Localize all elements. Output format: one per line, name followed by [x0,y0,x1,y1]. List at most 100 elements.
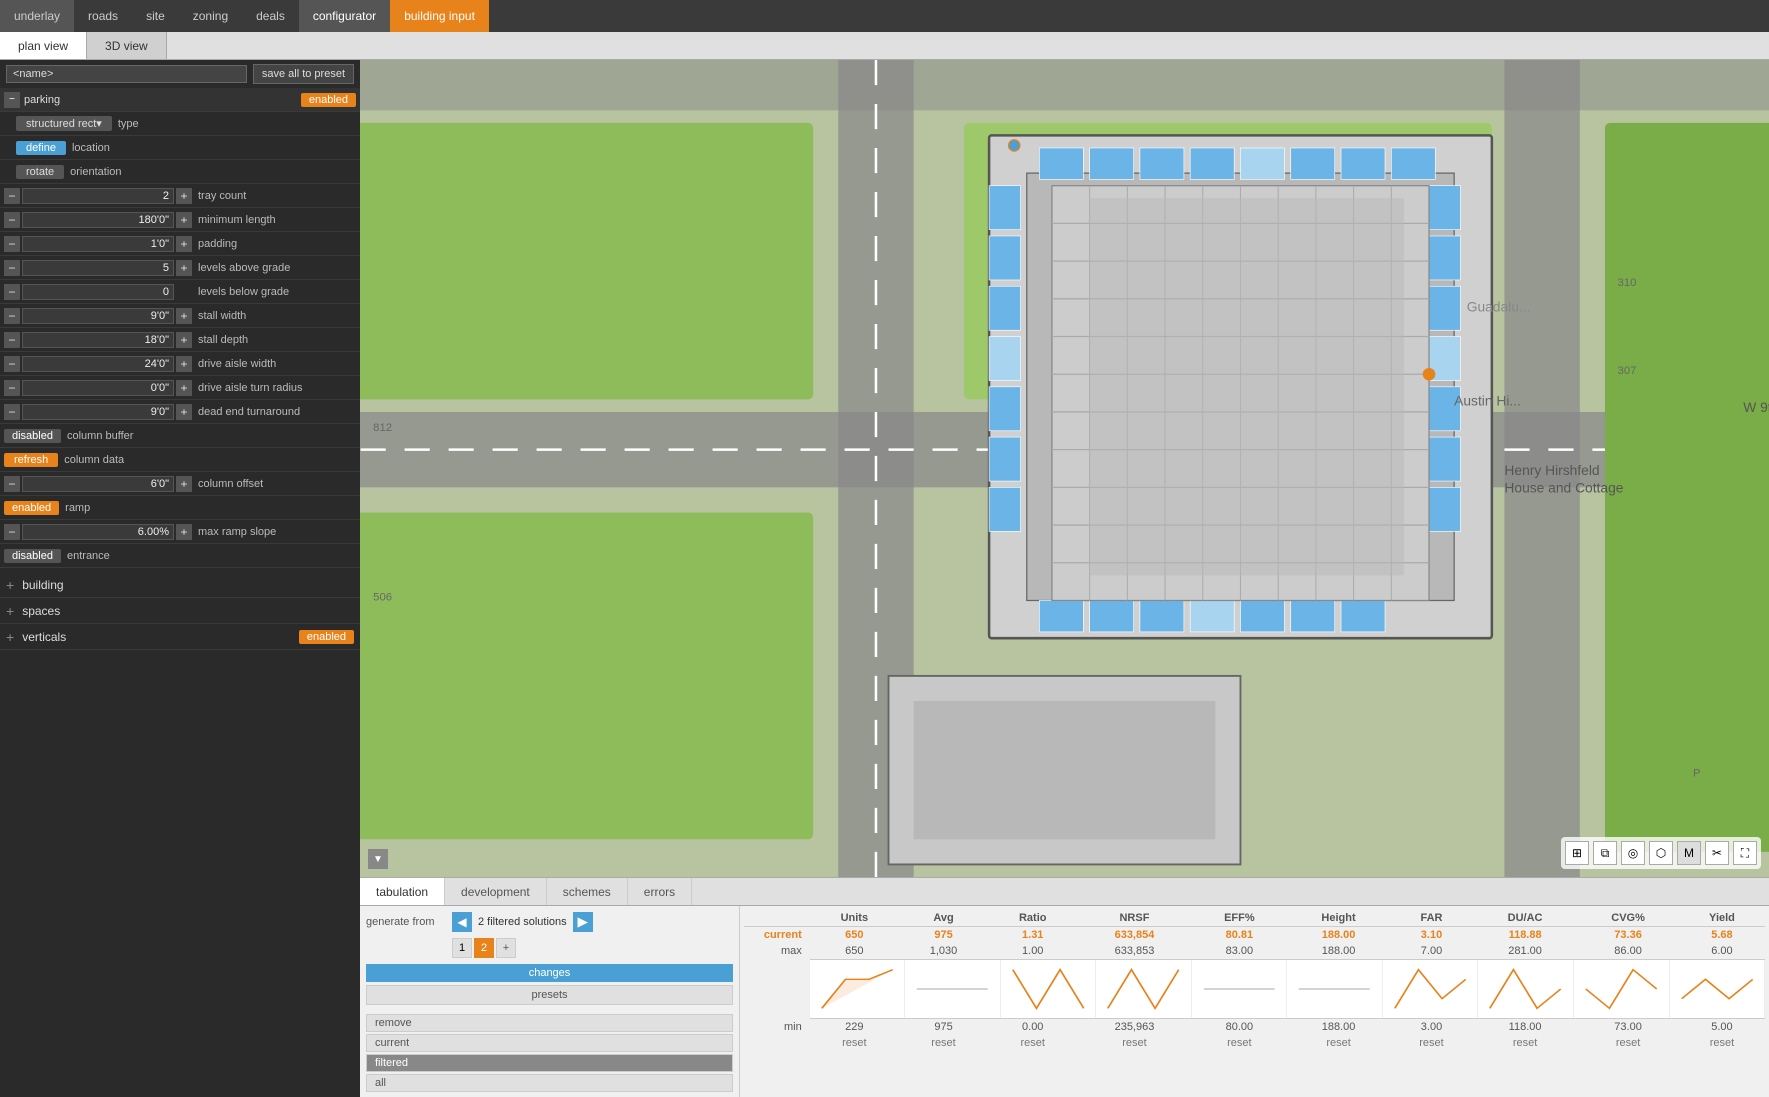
col-buffer-badge[interactable]: disabled [4,429,61,443]
stall-depth-minus[interactable]: − [4,332,20,348]
tray-count-minus[interactable]: − [4,188,20,204]
min-length-plus[interactable]: + [176,212,192,228]
tray-count-plus[interactable]: + [176,188,192,204]
col-offset-minus[interactable]: − [4,476,20,492]
svg-text:Henry Hirshfeld: Henry Hirshfeld [1504,462,1599,478]
reset-height[interactable]: reset [1287,1035,1390,1051]
parking-enabled-badge[interactable]: enabled [301,93,356,107]
reset-duac[interactable]: reset [1473,1035,1577,1051]
ramp-row: enabled ramp [0,496,360,520]
reset-avg[interactable]: reset [899,1035,988,1051]
tab-tabulation[interactable]: tabulation [360,878,445,905]
padding-plus[interactable]: + [176,236,192,252]
dead-end-minus[interactable]: − [4,404,20,420]
solution-pill-1[interactable]: 1 [452,938,472,958]
levels-below-value[interactable] [22,284,174,300]
solution-pill-add[interactable]: + [496,938,516,958]
col-offset-plus[interactable]: + [176,476,192,492]
min-length-minus[interactable]: − [4,212,20,228]
define-btn[interactable]: define [16,141,66,155]
name-input[interactable] [6,65,247,83]
levels-below-minus[interactable]: − [4,284,20,300]
tab-errors[interactable]: errors [628,878,692,905]
verticals-badge[interactable]: enabled [299,630,354,644]
stall-width-minus[interactable]: − [4,308,20,324]
padding-value[interactable] [22,236,174,252]
max-ramp-plus[interactable]: + [176,524,192,540]
drive-aisle-value[interactable] [22,356,174,372]
shape-icon[interactable]: ⬡ [1649,841,1673,865]
bottom-content: generate from ◀ 2 filtered solutions ▶ 1… [360,906,1769,1097]
tab-schemes[interactable]: schemes [547,878,628,905]
measure-icon[interactable]: M [1677,841,1701,865]
panel-header: save all to preset [0,60,360,88]
col-header-duac: DU/AC [1473,910,1577,927]
stall-depth-value[interactable] [22,332,174,348]
target-icon[interactable]: ◎ [1621,841,1645,865]
stall-depth-plus[interactable]: + [176,332,192,348]
map-area[interactable]: W 9th St Henry Hirshfeld House and Cotta… [360,60,1769,877]
nav-zoning[interactable]: zoning [179,0,242,32]
collapse-bottom-btn[interactable]: ▼ [368,849,388,869]
reset-units[interactable]: reset [810,1035,899,1051]
levels-above-row: − + levels above grade [0,256,360,280]
turn-radius-value[interactable] [22,380,174,396]
min-length-value[interactable] [22,212,174,228]
verticals-item[interactable]: + verticals enabled [0,624,360,650]
nav-configurator[interactable]: configurator [299,0,390,32]
parking-collapse-btn[interactable]: − [4,92,20,108]
next-solution-btn[interactable]: ▶ [573,912,593,932]
current-btn[interactable]: current [366,1034,733,1052]
filtered-btn[interactable]: filtered [366,1054,733,1072]
stall-width-plus[interactable]: + [176,308,192,324]
changes-btn[interactable]: changes [366,964,733,982]
turn-radius-plus[interactable]: + [176,380,192,396]
reset-yield[interactable]: reset [1679,1035,1765,1051]
nav-deals[interactable]: deals [242,0,299,32]
nav-roads[interactable]: roads [74,0,132,32]
prev-solution-btn[interactable]: ◀ [452,912,472,932]
stall-width-value[interactable] [22,308,174,324]
levels-above-minus[interactable]: − [4,260,20,276]
presets-btn[interactable]: presets [366,985,733,1005]
col-offset-value[interactable] [22,476,174,492]
dead-end-value[interactable] [22,404,174,420]
solution-pill-2[interactable]: 2 [474,938,494,958]
entrance-badge[interactable]: disabled [4,549,61,563]
reset-cvg[interactable]: reset [1577,1035,1679,1051]
nav-underlay[interactable]: underlay [0,0,74,32]
scissors-icon[interactable]: ✂ [1705,841,1729,865]
tray-count-value[interactable] [22,188,174,204]
building-item[interactable]: + building [0,572,360,598]
remove-btn[interactable]: remove [366,1014,733,1032]
levels-above-value[interactable] [22,260,174,276]
fullscreen-icon[interactable]: ⛶ [1733,841,1757,865]
col-data-btn[interactable]: refresh [4,453,58,467]
turn-radius-minus[interactable]: − [4,380,20,396]
max-ramp-value[interactable] [22,524,174,540]
levels-above-plus[interactable]: + [176,260,192,276]
layers-icon[interactable]: ⧉ [1593,841,1617,865]
reset-eff[interactable]: reset [1192,1035,1287,1051]
rotate-btn[interactable]: rotate [16,165,64,179]
padding-minus[interactable]: − [4,236,20,252]
tab-3d-view[interactable]: 3D view [87,32,167,59]
tab-development[interactable]: development [445,878,547,905]
save-all-button[interactable]: save all to preset [253,64,354,84]
ramp-badge[interactable]: enabled [4,501,59,515]
tab-plan-view[interactable]: plan view [0,32,87,59]
nav-building-input[interactable]: building input [390,0,489,32]
spaces-item[interactable]: + spaces [0,598,360,624]
structured-rect-btn[interactable]: structured rect▾ [16,116,112,131]
all-btn[interactable]: all [366,1074,733,1092]
max-ramp-minus[interactable]: − [4,524,20,540]
reset-far[interactable]: reset [1390,1035,1473,1051]
dead-end-plus[interactable]: + [176,404,192,420]
grid-icon[interactable]: ⊞ [1565,841,1589,865]
reset-ratio[interactable]: reset [988,1035,1077,1051]
drive-aisle-minus[interactable]: − [4,356,20,372]
current-eff: 80.81 [1192,927,1287,944]
reset-nrsf[interactable]: reset [1077,1035,1191,1051]
drive-aisle-plus[interactable]: + [176,356,192,372]
nav-site[interactable]: site [132,0,179,32]
